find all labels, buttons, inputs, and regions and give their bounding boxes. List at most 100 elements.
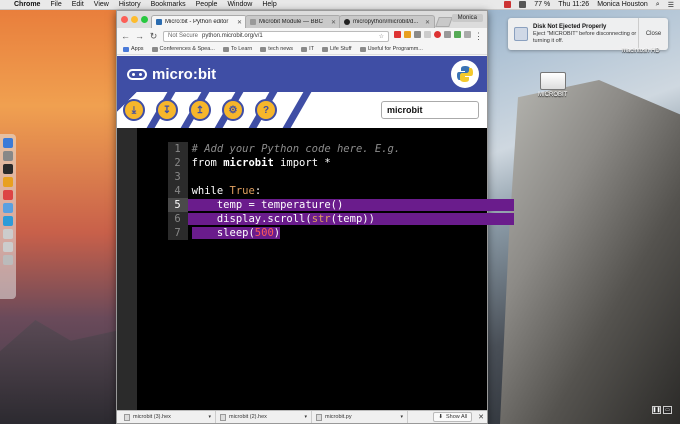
tray-app-icon[interactable] <box>504 1 512 8</box>
menu-edit[interactable]: Edit <box>72 1 84 8</box>
menu-icon[interactable]: ⋮ <box>474 31 483 42</box>
microbit-logo[interactable]: micro:bit <box>127 66 216 83</box>
address-bar[interactable]: Not Secure python.microbit.org/v/1 ☆ <box>163 30 389 42</box>
bookmark-star-icon[interactable]: ☆ <box>379 33 384 40</box>
code-line[interactable]: 1 # Add your Python code here. E.g. <box>117 128 487 156</box>
new-tab-button[interactable] <box>435 17 453 27</box>
reload-icon[interactable]: ↻ <box>149 31 158 42</box>
menu-app-name[interactable]: Chrome <box>14 1 40 8</box>
screen-icon[interactable]: ▭ <box>663 406 672 414</box>
code-line[interactable]: 7 sleep(500) <box>117 212 487 240</box>
terminal-icon[interactable] <box>3 164 13 174</box>
code-line[interactable]: 2 from microbit import * <box>117 142 487 170</box>
script-name-input[interactable]: microbit <box>381 101 479 119</box>
extension-icon[interactable] <box>414 30 421 38</box>
search-icon[interactable]: ⌕ <box>656 1 660 9</box>
toolbar-stripe <box>282 92 312 128</box>
download-item[interactable]: microbit.py ▾ <box>312 411 408 423</box>
save-button[interactable]: ↧ <box>156 99 178 121</box>
menu-history[interactable]: History <box>119 1 141 8</box>
back-icon[interactable]: ← <box>121 31 130 41</box>
menu-file[interactable]: File <box>50 1 61 8</box>
bookmark-to-learn[interactable]: To Learn <box>222 46 252 52</box>
extension-icon[interactable] <box>454 30 461 38</box>
launchpad-icon[interactable] <box>3 151 13 161</box>
bookmark-useful[interactable]: Useful for Programm... <box>359 46 423 52</box>
python-logo-icon <box>451 60 479 88</box>
minimize-window-button[interactable] <box>131 16 138 23</box>
chrome-icon[interactable] <box>3 190 13 200</box>
extension-icon[interactable] <box>424 30 431 38</box>
download-item[interactable]: microbit (3).hex ▾ <box>120 411 216 423</box>
tab-github[interactable]: micropython/microbit/d... ✕ <box>339 15 435 28</box>
menu-view[interactable]: View <box>94 1 109 8</box>
menu-window[interactable]: Window <box>227 1 252 8</box>
menu-help[interactable]: Help <box>262 1 276 8</box>
extension-icon[interactable] <box>434 30 441 38</box>
close-downloads-icon[interactable]: ✕ <box>478 413 484 421</box>
app-icon[interactable] <box>3 177 13 187</box>
download-filename: microbit (3).hex <box>133 414 171 420</box>
profile-button[interactable]: Monica <box>451 14 483 22</box>
finder-icon[interactable] <box>3 138 13 148</box>
tab-microbit-module[interactable]: Microbit Module — BBC ✕ <box>245 15 341 28</box>
notification-center-icon[interactable]: ☰ <box>668 1 674 9</box>
bookmark-life-stuff[interactable]: Life Stuff <box>321 46 352 52</box>
extension-icon[interactable] <box>464 30 471 38</box>
tab-strip: Micro:bit - Python editor ✕ Microbit Mod… <box>117 11 487 28</box>
window-controls <box>121 16 148 23</box>
zoom-window-button[interactable] <box>141 16 148 23</box>
show-all-button[interactable]: ⬇ Show All <box>433 412 473 422</box>
wallpaper-hill <box>0 320 118 424</box>
extension-icon[interactable] <box>394 30 401 38</box>
close-window-button[interactable] <box>121 16 128 23</box>
folder-icon <box>321 46 328 52</box>
download-button[interactable]: ⤓ <box>123 99 145 121</box>
pause-icon[interactable]: ❚❚ <box>652 406 661 414</box>
menubar-clock[interactable]: Thu 11:26 <box>558 1 589 8</box>
menu-people[interactable]: People <box>196 1 218 8</box>
snippets-button[interactable]: ⚙ <box>222 99 244 121</box>
tray-wifi-icon[interactable] <box>519 1 527 8</box>
tab-close-icon[interactable]: ✕ <box>237 19 242 26</box>
tab-python-editor[interactable]: Micro:bit - Python editor ✕ <box>151 15 247 28</box>
forward-icon[interactable]: → <box>135 31 144 41</box>
line-number: 7 <box>167 226 188 240</box>
extension-icon[interactable] <box>404 30 411 38</box>
trash-icon[interactable] <box>3 255 13 265</box>
app-icon[interactable] <box>3 203 13 213</box>
download-item[interactable]: microbit (2).hex ▾ <box>216 411 312 423</box>
document-icon[interactable] <box>3 242 13 252</box>
tab-close-icon[interactable]: ✕ <box>331 19 336 26</box>
document-icon[interactable] <box>3 229 13 239</box>
download-filename: microbit (2).hex <box>229 414 267 420</box>
extension-icon[interactable] <box>444 30 451 38</box>
notification-close-button[interactable]: Close <box>638 18 668 50</box>
url-text[interactable]: python.microbit.org/v/1 <box>202 33 379 39</box>
skype-icon[interactable] <box>3 216 13 226</box>
bookmark-apps[interactable]: Apps <box>123 46 144 52</box>
bookmark-tech-news[interactable]: tech news <box>260 46 293 52</box>
battery-percent[interactable]: 77 % <box>534 1 550 8</box>
help-button[interactable]: ? <box>255 99 277 121</box>
tab-close-icon[interactable]: ✕ <box>425 19 430 26</box>
save-icon: ↧ <box>162 104 172 116</box>
code-line[interactable]: 3 <box>117 156 487 184</box>
bookmark-it[interactable]: IT <box>301 46 314 52</box>
bookmark-conferences[interactable]: Conferences & Spea... <box>151 46 215 52</box>
menubar-user[interactable]: Monica Houston <box>597 1 648 8</box>
code-line-selected[interactable]: 5 temp = temperature() <box>117 184 514 212</box>
code-line-selected[interactable]: 6 display.scroll(str(temp)) <box>117 198 514 226</box>
chevron-down-icon[interactable]: ▾ <box>208 414 211 420</box>
chevron-down-icon[interactable]: ▾ <box>304 414 307 420</box>
menu-bookmarks[interactable]: Bookmarks <box>151 1 186 8</box>
microbit-drive[interactable]: MICROBIT <box>538 72 567 98</box>
code-editor[interactable]: 1 # Add your Python code here. E.g. 2 from… <box>117 128 514 413</box>
apps-icon <box>123 46 129 52</box>
code-line[interactable]: 4 while True: <box>117 170 487 198</box>
load-button[interactable]: ↥ <box>189 99 211 121</box>
macintosh-hd-drive[interactable]: Macintosh HD <box>622 48 660 54</box>
not-secure-label[interactable]: Not Secure <box>168 33 198 39</box>
chevron-down-icon[interactable]: ▾ <box>400 414 403 420</box>
screen-controls: ❚❚ ▭ <box>652 406 672 414</box>
